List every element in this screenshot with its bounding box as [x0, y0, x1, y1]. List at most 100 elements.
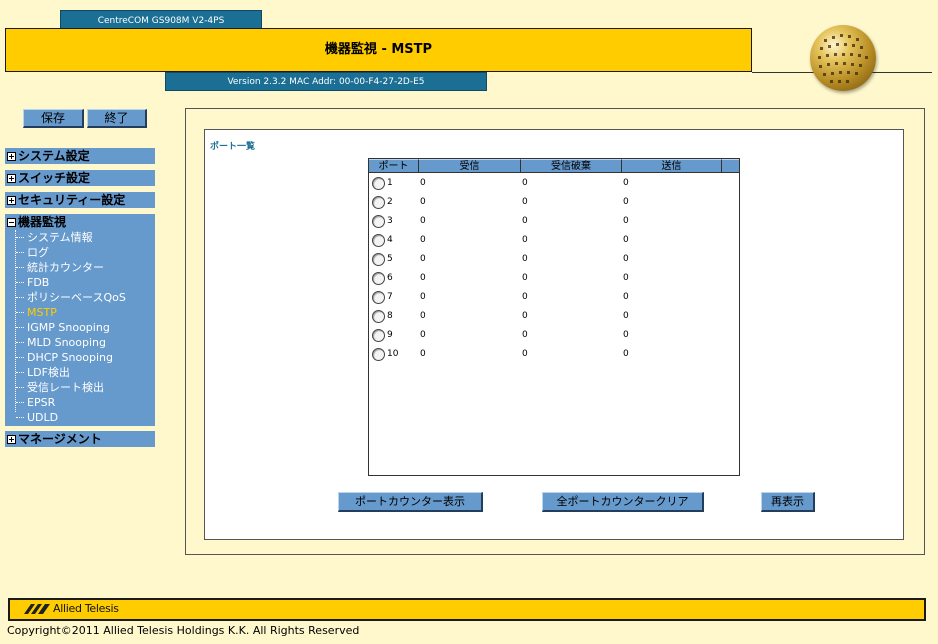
- port-number: 2: [387, 197, 393, 207]
- rx-drop-count: 0: [522, 216, 528, 226]
- column-header-filler: [722, 159, 739, 172]
- tx-count: 0: [623, 311, 629, 321]
- sidebar-item-fdb[interactable]: FDB: [16, 275, 155, 290]
- sidebar-item-rx-rate-detection[interactable]: 受信レート検出: [16, 380, 155, 395]
- menu-security-settings[interactable]: セキュリティー設定: [5, 192, 155, 208]
- table-row[interactable]: 10 0 0 0: [369, 345, 739, 364]
- rx-drop-count: 0: [522, 235, 528, 245]
- port-radio-button[interactable]: [372, 215, 385, 228]
- globe-logo-icon: [810, 25, 876, 91]
- table-row[interactable]: 4 0 0 0: [369, 231, 739, 250]
- table-row[interactable]: 2 0 0 0: [369, 193, 739, 212]
- column-header-rx[interactable]: 受信: [419, 159, 521, 172]
- section-title: ポート一覧: [210, 142, 256, 152]
- collapse-icon[interactable]: [7, 217, 16, 227]
- rx-count: 0: [420, 178, 426, 188]
- menu-label: システム設定: [18, 149, 90, 163]
- tx-count: 0: [623, 292, 629, 302]
- sidebar-item-dhcp-snooping[interactable]: DHCP Snooping: [16, 350, 155, 365]
- sidebar-item-ldf-detection[interactable]: LDF検出: [16, 365, 155, 380]
- sidebar-item-epsr[interactable]: EPSR: [16, 395, 155, 410]
- port-radio-button[interactable]: [372, 272, 385, 285]
- exit-button[interactable]: 終了: [87, 109, 147, 128]
- table-row[interactable]: 7 0 0 0: [369, 288, 739, 307]
- expand-icon[interactable]: [7, 434, 16, 444]
- column-header-port[interactable]: ポート: [369, 159, 419, 172]
- port-radio-button[interactable]: [372, 253, 385, 266]
- port-radio-button[interactable]: [372, 177, 385, 190]
- allied-telesis-logo-icon: [24, 603, 50, 614]
- port-number: 6: [387, 273, 393, 283]
- tx-count: 0: [623, 197, 629, 207]
- port-radio-button[interactable]: [372, 310, 385, 323]
- sidebar-item-igmp-snooping[interactable]: IGMP Snooping: [16, 320, 155, 335]
- save-button[interactable]: 保存: [23, 109, 84, 128]
- rx-drop-count: 0: [522, 292, 528, 302]
- tx-count: 0: [623, 216, 629, 226]
- table-row[interactable]: 3 0 0 0: [369, 212, 739, 231]
- port-radio-button[interactable]: [372, 196, 385, 209]
- table-row[interactable]: 6 0 0 0: [369, 269, 739, 288]
- sidebar-item-statistics-counter[interactable]: 統計カウンター: [16, 260, 155, 275]
- version-info: Version 2.3.2 MAC Addr: 00-00-F4-27-2D-E…: [165, 72, 487, 91]
- menu-label: 機器監視: [18, 215, 67, 229]
- tx-count: 0: [623, 330, 629, 340]
- rx-count: 0: [420, 330, 426, 340]
- menu-label: セキュリティー設定: [18, 193, 126, 207]
- port-number: 9: [387, 330, 393, 340]
- rx-drop-count: 0: [522, 311, 528, 321]
- sidebar-item-policy-qos[interactable]: ポリシーベースQoS: [16, 290, 155, 305]
- rx-drop-count: 0: [522, 178, 528, 188]
- expand-icon[interactable]: [7, 151, 16, 161]
- tx-count: 0: [623, 178, 629, 188]
- port-number: 1: [387, 178, 393, 188]
- rx-drop-count: 0: [522, 197, 528, 207]
- port-number: 5: [387, 254, 393, 264]
- table-row[interactable]: 5 0 0 0: [369, 250, 739, 269]
- rx-drop-count: 0: [522, 349, 528, 359]
- rx-drop-count: 0: [522, 330, 528, 340]
- footer-bar: Allied Telesis: [8, 598, 926, 621]
- expand-icon[interactable]: [7, 173, 16, 183]
- sidebar-item-system-info[interactable]: システム情報: [16, 230, 155, 245]
- show-port-counter-button[interactable]: ポートカウンター表示: [338, 492, 483, 512]
- rx-count: 0: [420, 216, 426, 226]
- column-header-rx-drop[interactable]: 受信破棄: [521, 159, 622, 172]
- menu-label: スイッチ設定: [18, 171, 91, 185]
- port-radio-button[interactable]: [372, 348, 385, 361]
- column-header-tx[interactable]: 送信: [622, 159, 722, 172]
- refresh-button[interactable]: 再表示: [761, 492, 815, 512]
- port-radio-button[interactable]: [372, 329, 385, 342]
- port-number: 8: [387, 311, 393, 321]
- sidebar-item-mld-snooping[interactable]: MLD Snooping: [16, 335, 155, 350]
- expand-icon[interactable]: [7, 195, 16, 205]
- sidebar-item-mstp[interactable]: MSTP: [16, 305, 155, 320]
- table-row[interactable]: 1 0 0 0: [369, 174, 739, 193]
- rx-drop-count: 0: [522, 254, 528, 264]
- tx-count: 0: [623, 235, 629, 245]
- table-row[interactable]: 8 0 0 0: [369, 307, 739, 326]
- menu-device-monitor[interactable]: 機器監視 システム情報 ログ 統計カウンター FDB ポリシーベースQoS MS…: [5, 214, 155, 426]
- tree-line: [15, 230, 16, 412]
- port-number: 4: [387, 235, 393, 245]
- tx-count: 0: [623, 349, 629, 359]
- port-number: 10: [387, 349, 399, 359]
- sidebar-item-log[interactable]: ログ: [16, 245, 155, 260]
- rx-count: 0: [420, 235, 426, 245]
- menu-management[interactable]: マネージメント: [5, 431, 155, 447]
- port-radio-button[interactable]: [372, 234, 385, 247]
- rx-count: 0: [420, 197, 426, 207]
- menu-switch-settings[interactable]: スイッチ設定: [5, 170, 155, 186]
- port-list[interactable]: ポート 受信 受信破棄 送信 1 0 0 0 2 0 0 0 3 0 0 0 4…: [368, 158, 740, 476]
- clear-all-counters-button[interactable]: 全ポートカウンタークリア: [542, 492, 704, 512]
- sidebar-item-udld[interactable]: UDLD: [16, 410, 155, 425]
- rx-drop-count: 0: [522, 273, 528, 283]
- brand-logo: Allied Telesis: [24, 602, 119, 615]
- port-radio-button[interactable]: [372, 291, 385, 304]
- table-row[interactable]: 9 0 0 0: [369, 326, 739, 345]
- menu-label: マネージメント: [18, 432, 102, 446]
- rx-count: 0: [420, 292, 426, 302]
- menu-system-settings[interactable]: システム設定: [5, 148, 155, 164]
- rx-count: 0: [420, 311, 426, 321]
- rx-count: 0: [420, 254, 426, 264]
